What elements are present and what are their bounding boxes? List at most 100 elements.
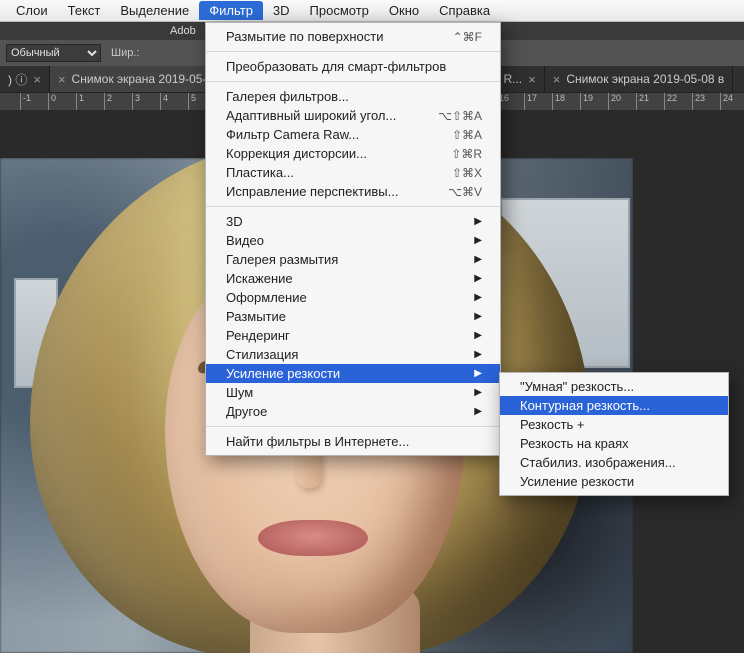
submenu-arrow-icon: ▶: [446, 311, 482, 322]
document-tab[interactable]: × Снимок экрана 2019-05-0: [50, 66, 222, 92]
menu-text[interactable]: Текст: [58, 1, 111, 20]
menu-item[interactable]: Фильтр Camera Raw...⇧⌘A: [206, 125, 500, 144]
close-icon[interactable]: ×: [58, 72, 66, 87]
menu-item-label: 3D: [226, 214, 243, 229]
ruler-tick: 23: [692, 93, 705, 110]
menu-item[interactable]: Рендеринг ▶: [206, 326, 500, 345]
document-tab[interactable]: × Снимок экрана 2019-05-08 в: [545, 66, 734, 92]
submenu-arrow-icon: ▶: [446, 349, 482, 360]
submenu-item[interactable]: Усиление резкости: [500, 472, 728, 491]
ruler-tick: 18: [552, 93, 565, 110]
ruler-tick: 21: [636, 93, 649, 110]
menu-window[interactable]: Окно: [379, 1, 429, 20]
submenu-arrow-icon: ▶: [446, 254, 482, 265]
menu-item-label: "Умная" резкость...: [520, 379, 634, 394]
ruler-tick: 24: [720, 93, 733, 110]
menu-item-label: Фильтр Camera Raw...: [226, 127, 359, 142]
menu-item-smart[interactable]: Преобразовать для смарт-фильтров: [206, 57, 500, 76]
ruler-tick: 3: [132, 93, 140, 110]
menu-item[interactable]: Размытие ▶: [206, 307, 500, 326]
menu-item-shortcut: ⇧⌘R: [423, 147, 482, 161]
ruler-tick: -1: [20, 93, 31, 110]
menu-filter[interactable]: Фильтр: [199, 1, 263, 20]
submenu-item[interactable]: "Умная" резкость...: [500, 377, 728, 396]
menu-item-label: Искажение: [226, 271, 293, 286]
menu-item-label: Видео: [226, 233, 264, 248]
menu-item-label: Контурная резкость...: [520, 398, 650, 413]
menu-item-label: Рендеринг: [226, 328, 290, 343]
menu-item[interactable]: Адаптивный широкий угол...⌥⇧⌘A: [206, 106, 500, 125]
submenu-arrow-icon: ▶: [446, 235, 482, 246]
menu-separator: [206, 426, 500, 427]
menu-view[interactable]: Просмотр: [300, 1, 379, 20]
menu-item[interactable]: Стилизация▶: [206, 345, 500, 364]
close-icon[interactable]: ×: [553, 72, 561, 87]
ruler-tick: 5: [188, 93, 196, 110]
menu-item-label: Усиление резкости: [226, 366, 340, 381]
menu-item-label: Найти фильтры в Интернете...: [226, 434, 409, 449]
tab-label: Снимок экрана 2019-05-08 в: [566, 72, 724, 86]
app-title: Adob: [170, 25, 196, 37]
menu-item[interactable]: Другое▶: [206, 402, 500, 421]
ruler-tick: 20: [608, 93, 621, 110]
menu-item-label: Пластика...: [226, 165, 294, 180]
submenu-item[interactable]: Резкость на краях: [500, 434, 728, 453]
document-tab[interactable]: ) ⓘ ×: [0, 66, 50, 92]
menu-item-shortcut: ⌥⌘V: [420, 185, 482, 199]
submenu-arrow-icon: ▶: [446, 368, 482, 379]
menu-item[interactable]: Усиление резкости ▶: [206, 364, 500, 383]
submenu-arrow-icon: ▶: [446, 330, 482, 341]
menu-3d[interactable]: 3D: [263, 1, 300, 20]
menu-item-label: Адаптивный широкий угол...: [226, 108, 396, 123]
menubar: Слои Текст Выделение Фильтр 3D Просмотр …: [0, 0, 744, 22]
submenu-item[interactable]: Контурная резкость...: [500, 396, 728, 415]
menu-item[interactable]: Галерея фильтров...: [206, 87, 500, 106]
submenu-arrow-icon: ▶: [446, 216, 482, 227]
menu-item[interactable]: Шум▶: [206, 383, 500, 402]
menu-item[interactable]: Пластика... ⇧⌘X: [206, 163, 500, 182]
menu-item-label: Преобразовать для смарт-фильтров: [226, 59, 446, 74]
menu-item-label: Галерея фильтров...: [226, 89, 349, 104]
menu-item[interactable]: Видео ▶: [206, 231, 500, 250]
menu-item-find-online[interactable]: Найти фильтры в Интернете...: [206, 432, 500, 451]
ruler-tick: 1: [76, 93, 84, 110]
tab-label: ) ⓘ: [8, 71, 27, 88]
submenu-item[interactable]: Резкость +: [500, 415, 728, 434]
menu-item[interactable]: Оформление ▶: [206, 288, 500, 307]
width-label: Шир.:: [111, 47, 139, 59]
close-icon[interactable]: ×: [33, 72, 41, 87]
filter-menu: Размытие по поверхности ⌃⌘F Преобразоват…: [205, 22, 501, 456]
menu-item[interactable]: Исправление перспективы... ⌥⌘V: [206, 182, 500, 201]
submenu-item[interactable]: Стабилиз. изображения...: [500, 453, 728, 472]
menu-item-label: Галерея размытия: [226, 252, 338, 267]
menu-item-label: Другое: [226, 404, 267, 419]
menu-item-last-filter[interactable]: Размытие по поверхности ⌃⌘F: [206, 27, 500, 46]
menu-item-label: Размытие: [226, 309, 286, 324]
submenu-arrow-icon: ▶: [446, 273, 482, 284]
menu-item-label: Исправление перспективы...: [226, 184, 398, 199]
ruler-tick: 4: [160, 93, 168, 110]
blend-mode-select[interactable]: Обычный: [6, 44, 101, 62]
menu-item-label: Размытие по поверхности: [226, 29, 383, 44]
submenu-arrow-icon: ▶: [446, 292, 482, 303]
menu-item[interactable]: 3D ▶: [206, 212, 500, 231]
menu-item-label: Усиление резкости: [520, 474, 634, 489]
menu-item[interactable]: Коррекция дисторсии...⇧⌘R: [206, 144, 500, 163]
menu-separator: [206, 206, 500, 207]
ruler-tick: 0: [48, 93, 56, 110]
menu-item-label: Стабилиз. изображения...: [520, 455, 676, 470]
menu-item-label: Оформление: [226, 290, 307, 305]
sharpen-submenu: "Умная" резкость... Контурная резкость...…: [499, 372, 729, 496]
menu-item[interactable]: Искажение ▶: [206, 269, 500, 288]
close-icon[interactable]: ×: [528, 72, 536, 87]
ruler-tick: 22: [664, 93, 677, 110]
menu-item-label: Резкость на краях: [520, 436, 629, 451]
menu-item-shortcut: ⇧⌘X: [424, 166, 482, 180]
submenu-arrow-icon: ▶: [446, 387, 482, 398]
ruler-tick: 17: [524, 93, 537, 110]
ruler-tick: 19: [580, 93, 593, 110]
menu-item[interactable]: Галерея размытия ▶: [206, 250, 500, 269]
menu-help[interactable]: Справка: [429, 1, 500, 20]
menu-selection[interactable]: Выделение: [110, 1, 199, 20]
menu-layers[interactable]: Слои: [6, 1, 58, 20]
